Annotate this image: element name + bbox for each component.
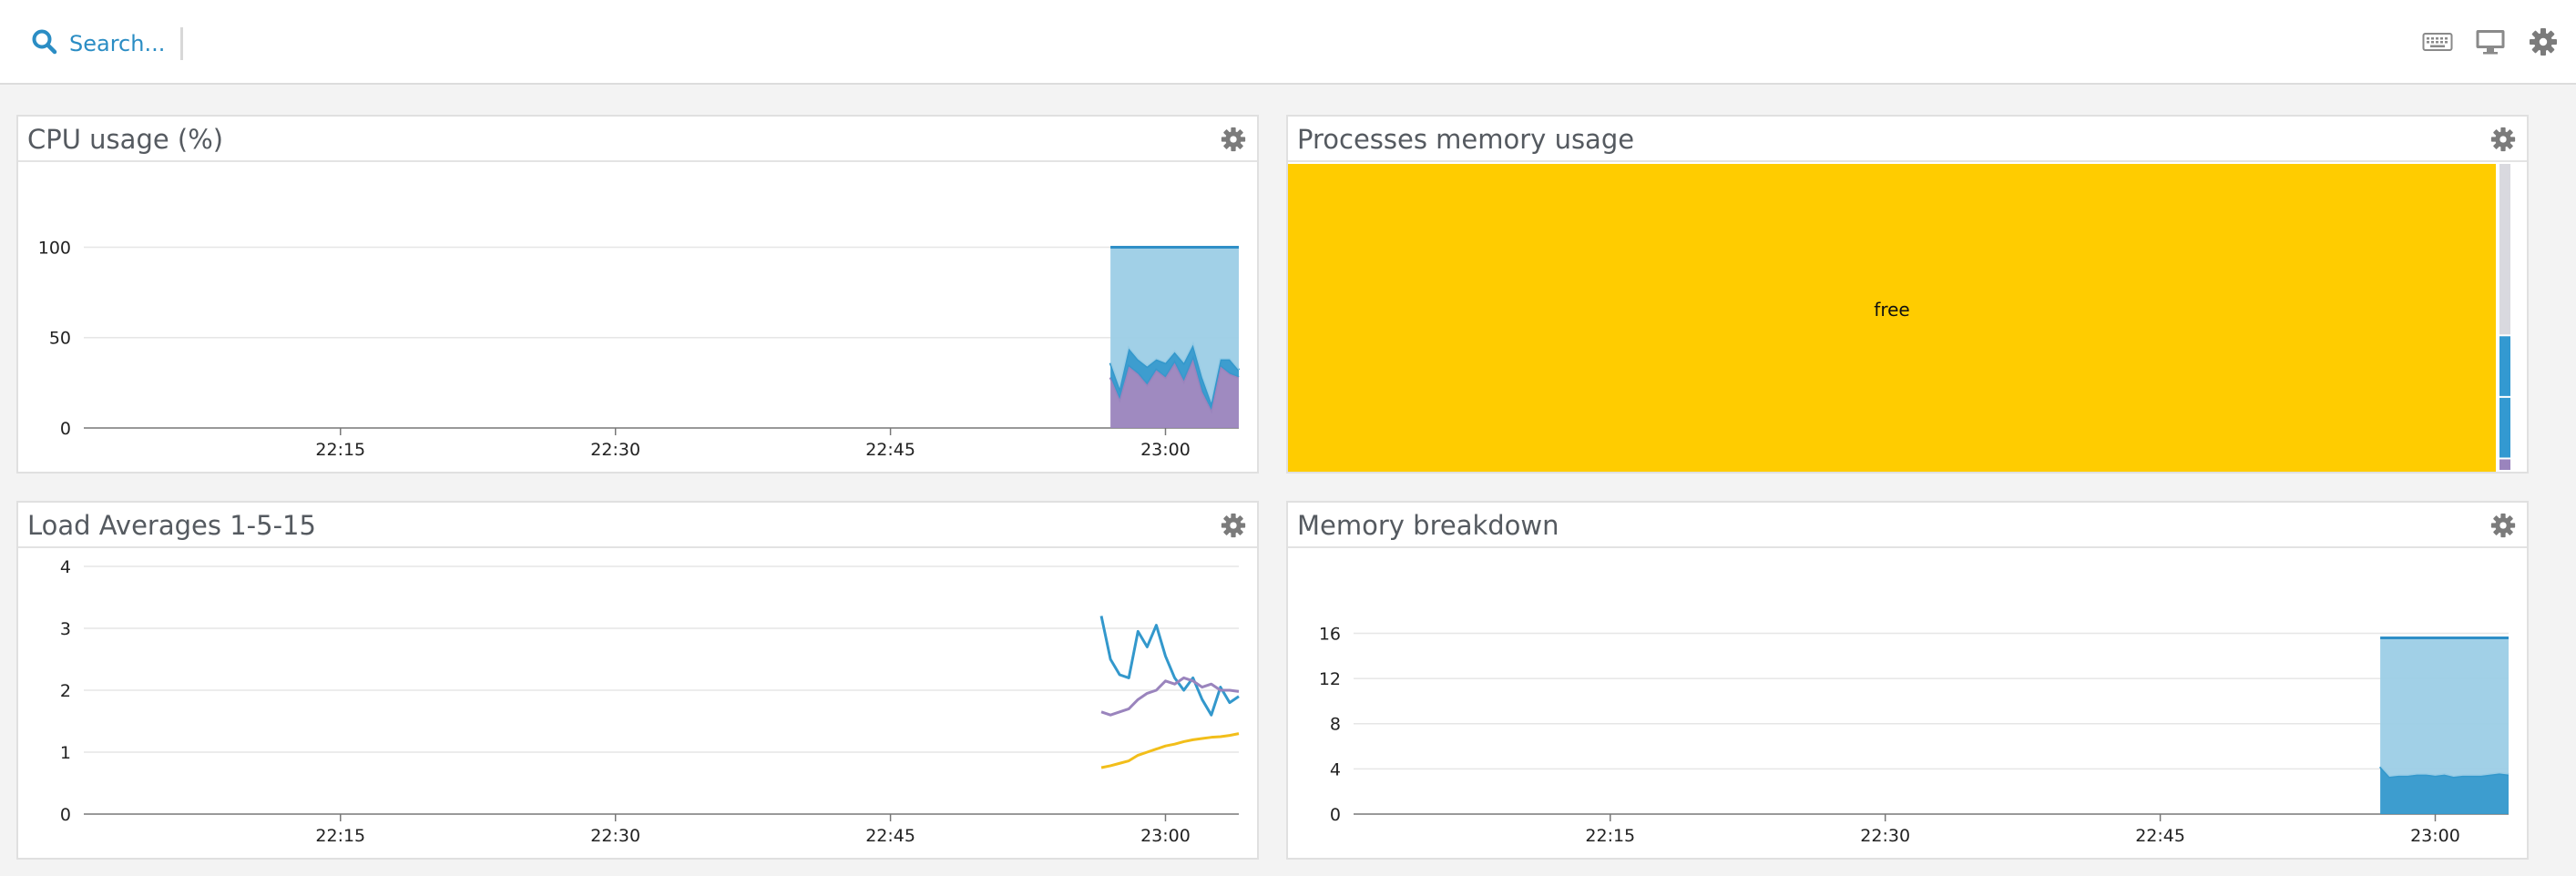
area-series-1	[2380, 637, 2509, 778]
load-averages-widget: Load Averages 1-5-15 0 1 2 3 4 22:15 22:30 22:4…	[16, 501, 1259, 860]
cpu-usage-widget: CPU usage (%) 0 50 100 22:15 22:30 22:45 23:00	[16, 115, 1259, 474]
treemap-cell	[2499, 459, 2510, 470]
x-tick-label: 22:15	[315, 440, 365, 460]
widget-title: Load Averages 1-5-15	[27, 510, 316, 541]
y-tick-label: 12	[1319, 669, 1341, 689]
x-tick-label: 22:15	[315, 826, 365, 846]
search-divider	[180, 27, 183, 60]
widget-header: Processes memory usage	[1288, 117, 2527, 162]
x-tick-label: 22:30	[590, 440, 640, 460]
load-averages-chart: 0 1 2 3 4 22:15 22:30 22:45 23:00	[60, 557, 1240, 846]
processes-memory-widget: Processes memory usage free	[1286, 115, 2529, 474]
settings-gear-icon[interactable]	[2527, 25, 2560, 58]
treemap-cell	[2499, 336, 2510, 396]
y-tick-label: 2	[60, 681, 71, 701]
widget-title: CPU usage (%)	[27, 124, 224, 155]
x-tick-label: 22:30	[590, 826, 640, 846]
widget-title: Processes memory usage	[1297, 124, 1635, 155]
y-tick-label: 8	[1330, 715, 1341, 735]
search-icon	[31, 28, 58, 59]
x-tick-label: 22:45	[2135, 826, 2185, 846]
y-tick-label: 0	[1330, 805, 1341, 825]
line-series-2	[1100, 732, 1240, 769]
search-label: Search...	[69, 31, 166, 56]
x-tick-label: 23:00	[1140, 440, 1191, 460]
treemap-cell	[2499, 164, 2510, 335]
y-tick-label: 3	[60, 619, 71, 639]
top-bar-actions	[2421, 25, 2560, 58]
y-tick-label: 16	[1319, 624, 1341, 644]
processes-memory-treemap: free	[1288, 164, 2527, 472]
x-tick-label: 23:00	[1140, 826, 1191, 846]
widget-settings-gear-icon[interactable]	[2490, 127, 2516, 152]
monitor-icon[interactable]	[2474, 25, 2507, 58]
keyboard-icon[interactable]	[2421, 25, 2454, 58]
y-tick-label: 4	[1330, 759, 1341, 779]
widget-settings-gear-icon[interactable]	[1221, 513, 1246, 538]
top-bar: Search...	[0, 0, 2576, 85]
memory-breakdown-widget: Memory breakdown 0 4 8 12 16 22:15 22:30 22:45 2…	[1286, 501, 2529, 860]
widget-settings-gear-icon[interactable]	[2490, 513, 2516, 538]
x-tick-label: 22:30	[1860, 826, 1910, 846]
widget-settings-gear-icon[interactable]	[1221, 127, 1246, 152]
x-tick-label: 23:00	[2410, 826, 2460, 846]
memory-breakdown-chart: 0 4 8 12 16 22:15 22:30 22:45 23:00	[1319, 624, 2510, 846]
y-tick-label: 50	[49, 329, 71, 349]
y-tick-label: 100	[38, 238, 71, 258]
treemap-cell-label: free	[1874, 299, 1909, 321]
treemap-cell	[2499, 397, 2510, 458]
widget-header: Memory breakdown	[1288, 503, 2527, 548]
y-tick-label: 0	[60, 805, 71, 825]
cpu-usage-chart: 0 50 100 22:15 22:30 22:45 23:00	[38, 238, 1241, 460]
x-tick-label: 22:15	[1585, 826, 1635, 846]
y-tick-label: 1	[60, 743, 71, 763]
x-tick-label: 22:45	[865, 826, 915, 846]
y-tick-label: 4	[60, 557, 71, 577]
y-tick-label: 0	[60, 419, 71, 439]
search-button[interactable]: Search...	[31, 25, 165, 62]
x-tick-label: 22:45	[865, 440, 915, 460]
widget-header: CPU usage (%)	[18, 117, 1257, 162]
line-series-0	[1099, 616, 1240, 717]
widget-title: Memory breakdown	[1297, 510, 1559, 541]
widget-header: Load Averages 1-5-15	[18, 503, 1257, 548]
